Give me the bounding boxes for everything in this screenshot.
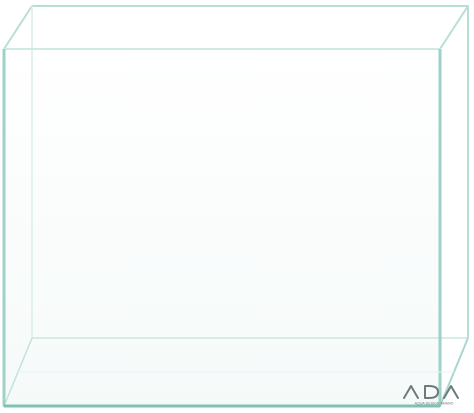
logo-tagline: AQUA DESIGN AMANO	[415, 402, 454, 406]
product-image: AQUA DESIGN AMANO	[0, 0, 474, 413]
top-left-diagonal	[3, 5, 33, 50]
glass-aquarium-icon	[2, 5, 469, 408]
ada-logo-icon: AQUA DESIGN AMANO	[402, 384, 466, 406]
front-glass-panel	[4, 49, 442, 406]
top-right-diagonal	[439, 5, 469, 50]
